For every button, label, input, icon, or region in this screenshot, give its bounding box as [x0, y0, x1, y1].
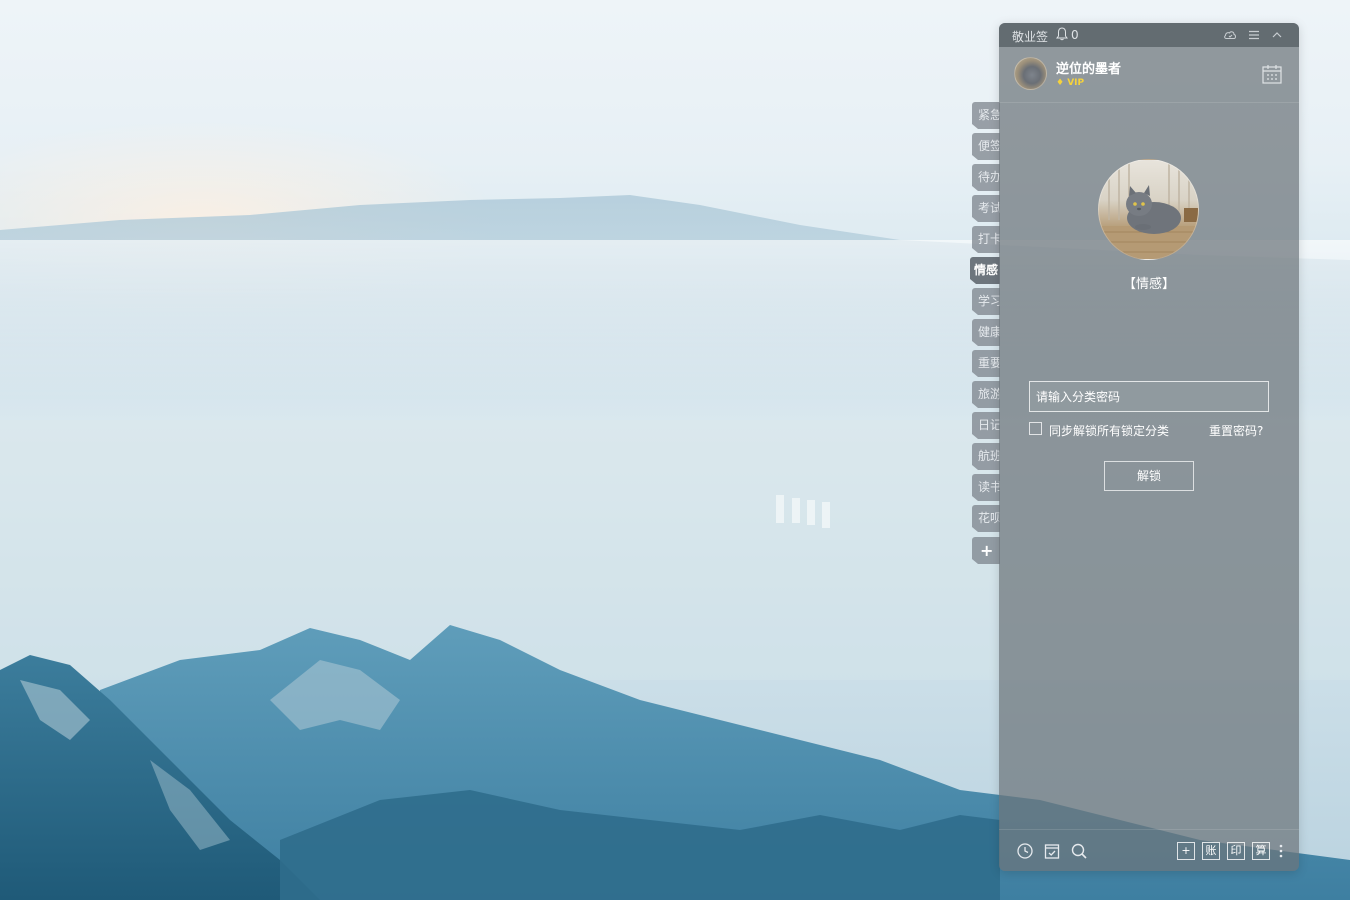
note-panel: 敬业签 0 逆位的墨者 ♦ VIP 【情感】 同步解锁所有锁定分类 重置密码? …: [999, 23, 1299, 871]
user-row: 逆位的墨者 ♦ VIP: [999, 47, 1299, 103]
calculator-button[interactable]: 算: [1252, 842, 1270, 860]
reset-password-link[interactable]: 重置密码?: [1209, 422, 1263, 439]
category-name: 【情感】: [1122, 277, 1175, 292]
tab-todo[interactable]: 待办: [972, 164, 1000, 191]
tab-diary[interactable]: 日记: [972, 412, 1000, 439]
calendar-icon[interactable]: [1261, 63, 1283, 85]
bell-icon[interactable]: [1056, 27, 1068, 41]
username[interactable]: 逆位的墨者: [1056, 58, 1121, 77]
tab-huabei[interactable]: 花呗: [972, 505, 1000, 532]
add-note-button[interactable]: +: [1177, 842, 1195, 860]
sync-unlock-label: 同步解锁所有锁定分类: [1049, 424, 1170, 438]
cat-photo: [1099, 160, 1198, 259]
more-icon[interactable]: [1278, 843, 1284, 859]
notification-count: 0: [1071, 28, 1079, 42]
tab-flight[interactable]: 航班: [972, 443, 1000, 470]
tab-important[interactable]: 重要: [972, 350, 1000, 377]
title-bar: 敬业签 0: [999, 23, 1299, 47]
tab-health[interactable]: 健康: [972, 319, 1000, 346]
tab-travel[interactable]: 旅游: [972, 381, 1000, 408]
unlock-button[interactable]: 解锁: [1104, 461, 1194, 491]
tab-notes[interactable]: 便签: [972, 133, 1000, 160]
category-password-input[interactable]: [1029, 381, 1269, 412]
print-button[interactable]: 印: [1227, 842, 1245, 860]
accounts-button[interactable]: 账: [1202, 842, 1220, 860]
collapse-icon[interactable]: [1270, 28, 1284, 42]
check-calendar-icon[interactable]: [1043, 842, 1061, 860]
menu-icon[interactable]: [1247, 28, 1261, 42]
cloud-sync-icon[interactable]: [1223, 28, 1237, 42]
tab-study[interactable]: 学习: [972, 288, 1000, 315]
tab-reading[interactable]: 读书: [972, 474, 1000, 501]
tab-exam[interactable]: 考试: [972, 195, 1000, 222]
tab-checkin[interactable]: 打卡: [972, 226, 1000, 253]
tab-emotion[interactable]: 情感: [970, 257, 1000, 284]
add-category-button[interactable]: +: [972, 537, 1000, 564]
tab-urgent[interactable]: 紧急: [972, 102, 1000, 129]
avatar[interactable]: [1014, 57, 1047, 90]
sync-unlock-checkbox[interactable]: [1029, 422, 1042, 435]
category-avatar-cat: [1098, 159, 1199, 260]
search-icon[interactable]: [1070, 842, 1088, 860]
app-title: 敬业签: [1012, 30, 1049, 44]
footer-toolbar: + 账 印 算: [999, 829, 1299, 871]
clock-icon[interactable]: [1016, 842, 1034, 860]
vip-badge: ♦ VIP: [1056, 78, 1085, 88]
